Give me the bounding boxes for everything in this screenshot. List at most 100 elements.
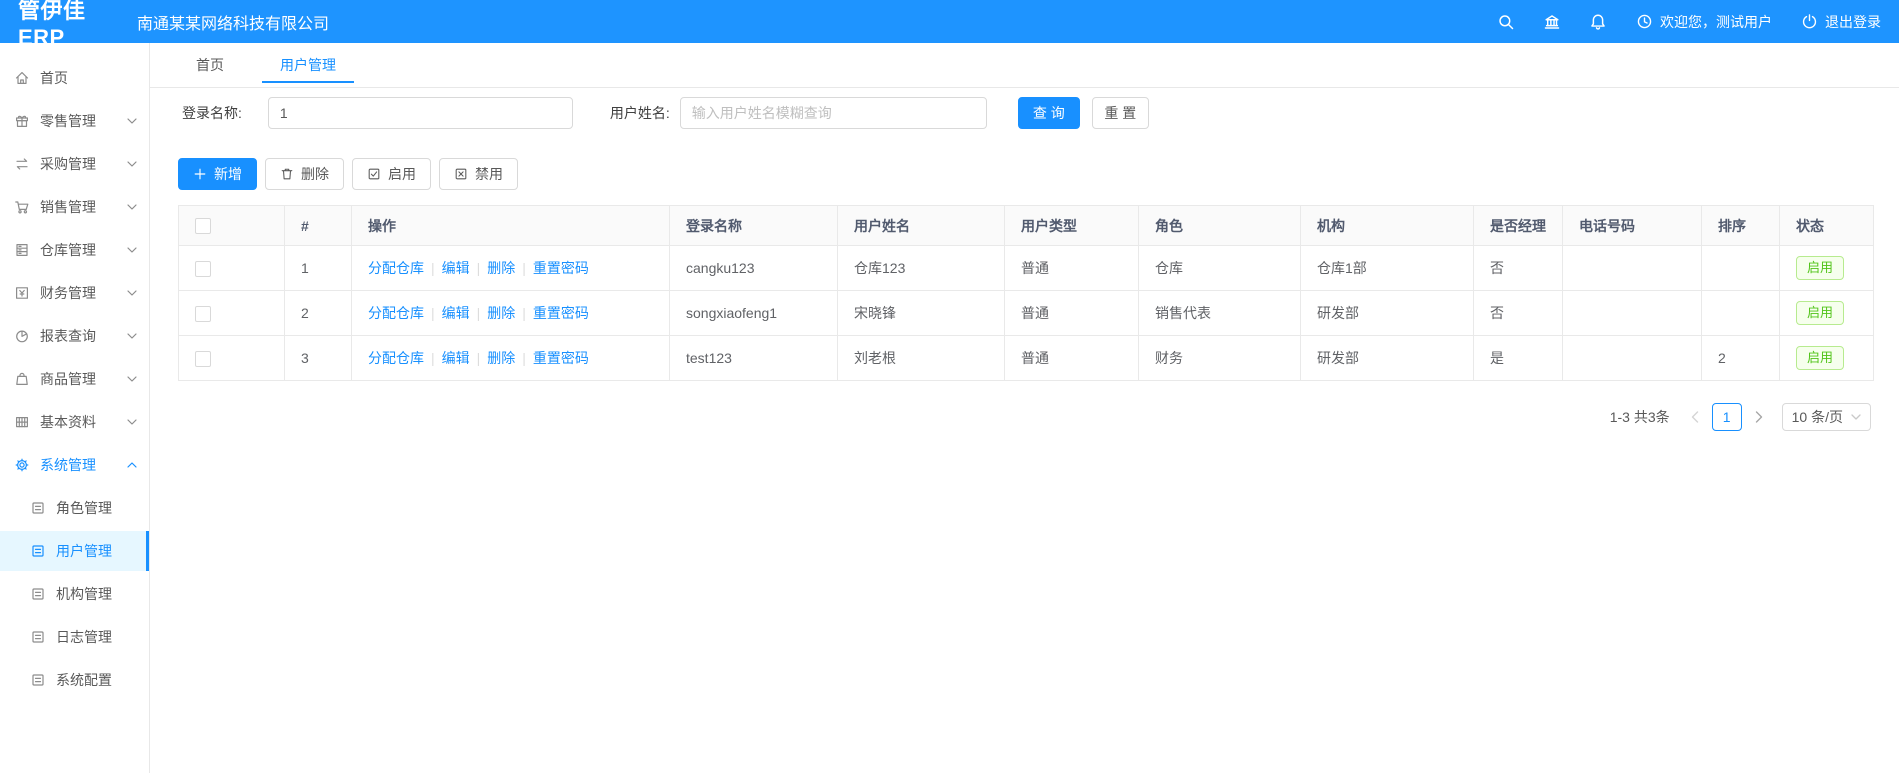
edit-link[interactable]: 编辑 — [442, 305, 470, 321]
disable-button[interactable]: 禁用 — [439, 158, 518, 190]
sidebar-item-purchase[interactable]: 采购管理 — [0, 144, 149, 184]
sidebar-item-label: 仓库管理 — [40, 242, 96, 258]
cell-type: 普通 — [1004, 290, 1139, 336]
link-divider: | — [476, 305, 481, 321]
cell-sort — [1701, 290, 1780, 336]
plus-icon — [193, 167, 207, 181]
cell-sort: 2 — [1701, 335, 1780, 381]
sidebar-item-home[interactable]: 首页 — [0, 58, 149, 98]
prev-page-button[interactable] — [1684, 403, 1706, 431]
sidebar-item-label: 首页 — [40, 70, 68, 86]
filter-bar: 登录名称: 用户姓名: 查 询 重 置 — [178, 97, 1871, 129]
delete-link[interactable]: 删除 — [487, 350, 515, 366]
sidebar-item-label: 商品管理 — [40, 371, 96, 387]
money-icon — [15, 287, 29, 299]
chevron-down-icon — [127, 333, 137, 339]
edit-link[interactable]: 编辑 — [442, 350, 470, 366]
col-operation: 操作 — [351, 205, 670, 246]
link-divider: | — [431, 350, 435, 366]
sidebar-item-sales[interactable]: 销售管理 — [0, 187, 149, 227]
sidebar-item-label: 用户管理 — [56, 543, 112, 559]
add-button[interactable]: 新增 — [178, 158, 257, 190]
row-checkbox[interactable] — [195, 305, 211, 322]
reset-password-link[interactable]: 重置密码 — [533, 350, 589, 366]
sidebar-item-log-mgmt[interactable]: 日志管理 — [0, 617, 149, 657]
shopping-bag-icon — [16, 372, 28, 385]
select-all-checkbox[interactable] — [195, 218, 211, 235]
search-icon[interactable] — [1497, 13, 1515, 31]
page-number-button[interactable]: 1 — [1711, 403, 1742, 431]
sidebar-item-warehouse[interactable]: 仓库管理 — [0, 230, 149, 270]
top-header-bar: 管伊佳ERP 南通某某网络科技有限公司 欢迎您，测试用户 退出登录 — [0, 0, 1899, 50]
sidebar-item-goods[interactable]: 商品管理 — [0, 359, 149, 399]
row-checkbox[interactable] — [195, 350, 211, 367]
col-status: 状态 — [1779, 205, 1874, 246]
cart-icon — [15, 201, 29, 214]
chevron-down-icon — [127, 118, 137, 124]
delete-link[interactable]: 删除 — [487, 305, 515, 321]
sidebar-item-label: 系统管理 — [40, 457, 96, 473]
cell-login: test123 — [669, 335, 838, 381]
sidebar-item-retail[interactable]: 零售管理 — [0, 101, 149, 141]
cell-role: 销售代表 — [1138, 290, 1301, 336]
tab-user-mgmt[interactable]: 用户管理 — [262, 43, 354, 87]
sidebar-item-label: 采购管理 — [40, 156, 96, 172]
platform-home-icon[interactable] — [1543, 13, 1561, 31]
page-tabs: 首页 用户管理 — [150, 43, 1899, 88]
swap-arrows-icon — [16, 158, 28, 170]
sidebar-item-system-config[interactable]: 系统配置 — [0, 660, 149, 700]
link-divider: | — [522, 305, 526, 321]
page-size-select[interactable]: 10 条/页 — [1781, 403, 1871, 431]
cell-org: 研发部 — [1300, 335, 1474, 381]
cell-name: 刘老根 — [837, 335, 1005, 381]
sidebar-item-label: 报表查询 — [40, 328, 96, 344]
notification-bell-icon[interactable] — [1589, 13, 1607, 31]
user-name-input[interactable] — [679, 97, 987, 129]
page-size-value: 10 条/页 — [1791, 409, 1843, 425]
delete-button[interactable]: 删除 — [265, 158, 344, 190]
status-badge: 启用 — [1796, 346, 1845, 370]
table-row: 1 分配仓库 | 编辑 | 删除 | 重置密码 cangku123 仓库123 普通 仓库 … — [178, 245, 1874, 291]
document-icon — [32, 674, 44, 686]
row-checkbox[interactable] — [195, 260, 211, 277]
pie-chart-icon — [16, 330, 28, 343]
cell-org: 仓库1部 — [1300, 245, 1474, 291]
search-button[interactable]: 查 询 — [1017, 97, 1080, 129]
table-row: 2 分配仓库 | 编辑 | 删除 | 重置密码 songxiaofeng1 宋晓锋 普通 销… — [178, 290, 1874, 336]
col-manager: 是否经理 — [1473, 205, 1563, 246]
sidebar-item-user-mgmt[interactable]: 用户管理 — [0, 531, 149, 571]
cell-sort — [1701, 245, 1780, 291]
cell-index: 1 — [284, 245, 352, 291]
login-name-label: 登录名称: — [182, 105, 242, 121]
welcome-user[interactable]: 欢迎您，测试用户 — [1635, 12, 1772, 32]
sidebar-item-system[interactable]: 系统管理 — [0, 445, 149, 485]
cell-role: 财务 — [1138, 335, 1301, 381]
col-role: 角色 — [1138, 205, 1301, 246]
logout-text: 退出登录 — [1825, 13, 1881, 30]
col-index: # — [284, 205, 352, 246]
assign-warehouse-link[interactable]: 分配仓库 — [368, 305, 424, 321]
topbar-right-actions: 欢迎您，测试用户 退出登录 — [1497, 12, 1899, 32]
cell-org: 研发部 — [1300, 290, 1474, 336]
reset-button[interactable]: 重 置 — [1091, 97, 1149, 129]
sidebar-item-report[interactable]: 报表查询 — [0, 316, 149, 356]
document-icon — [32, 588, 44, 600]
assign-warehouse-link[interactable]: 分配仓库 — [368, 350, 424, 366]
document-icon — [32, 545, 44, 557]
chevron-down-icon — [127, 161, 137, 167]
reset-password-link[interactable]: 重置密码 — [533, 260, 589, 276]
sidebar-item-basedata[interactable]: 基本资料 — [0, 402, 149, 442]
next-page-button[interactable] — [1748, 403, 1770, 431]
cell-type: 普通 — [1004, 245, 1139, 291]
sidebar-item-finance[interactable]: 财务管理 — [0, 273, 149, 313]
logout-button[interactable]: 退出登录 — [1800, 12, 1881, 32]
assign-warehouse-link[interactable]: 分配仓库 — [368, 260, 424, 276]
sidebar-item-org-mgmt[interactable]: 机构管理 — [0, 574, 149, 614]
delete-link[interactable]: 删除 — [487, 260, 515, 276]
sidebar-item-role-mgmt[interactable]: 角色管理 — [0, 488, 149, 528]
reset-password-link[interactable]: 重置密码 — [533, 305, 589, 321]
enable-button[interactable]: 启用 — [352, 158, 431, 190]
login-name-input[interactable] — [267, 97, 573, 129]
edit-link[interactable]: 编辑 — [442, 260, 470, 276]
tab-home[interactable]: 首页 — [196, 43, 224, 87]
